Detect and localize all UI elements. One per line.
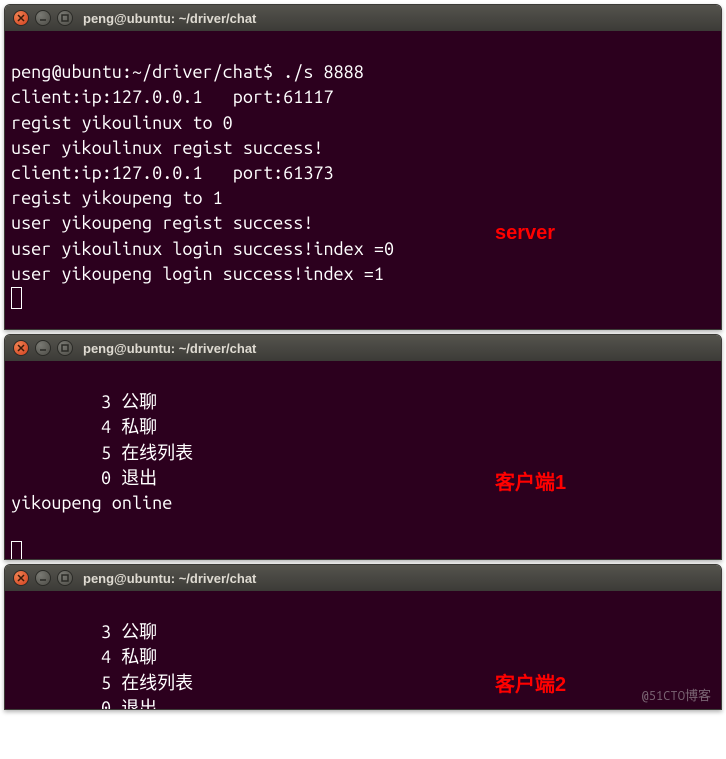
prompt: peng@ubuntu:~/driver/chat$ [11, 62, 283, 82]
command: ./s 8888 [283, 62, 364, 82]
annotation-label: 客户端2 [495, 671, 566, 699]
maximize-icon[interactable] [57, 340, 73, 356]
minimize-icon[interactable] [35, 340, 51, 356]
output-line: user yikoupeng regist success! [11, 213, 313, 233]
maximize-icon[interactable] [57, 570, 73, 586]
output-line: client:ip:127.0.0.1 port:61117 [11, 87, 334, 107]
minimize-icon[interactable] [35, 10, 51, 26]
annotation-label: 客户端1 [495, 469, 566, 497]
output-line: yikoupeng online [11, 493, 172, 513]
menu-item: 0 退出 [11, 468, 157, 488]
annotation-label: server [495, 219, 555, 247]
menu-item: 5 在线列表 [11, 443, 193, 463]
terminal-window-server: peng@ubuntu: ~/driver/chat peng@ubuntu:~… [4, 4, 722, 330]
titlebar[interactable]: peng@ubuntu: ~/driver/chat [5, 5, 721, 31]
menu-item: 5 在线列表 [11, 673, 193, 693]
output-line: user yikoulinux login success!index =0 [11, 239, 394, 259]
terminal-body[interactable]: peng@ubuntu:~/driver/chat$ ./s 8888 clie… [5, 31, 721, 329]
menu-item: 4 私聊 [11, 417, 157, 437]
window-title: peng@ubuntu: ~/driver/chat [83, 11, 256, 26]
titlebar[interactable]: peng@ubuntu: ~/driver/chat [5, 335, 721, 361]
terminal-window-client2: peng@ubuntu: ~/driver/chat 3 公聊 4 私聊 5 在… [4, 564, 722, 710]
menu-item: 3 公聊 [11, 622, 157, 642]
window-title: peng@ubuntu: ~/driver/chat [83, 341, 256, 356]
cursor-icon [11, 541, 22, 560]
terminal-body[interactable]: 3 公聊 4 私聊 5 在线列表 0 退出 客户端2 @51CTO博客 [5, 591, 721, 709]
titlebar[interactable]: peng@ubuntu: ~/driver/chat [5, 565, 721, 591]
terminal-body[interactable]: 3 公聊 4 私聊 5 在线列表 0 退出 yikoupeng online 客… [5, 361, 721, 559]
close-icon[interactable] [13, 10, 29, 26]
menu-item: 4 私聊 [11, 647, 157, 667]
output-line: user yikoupeng login success!index =1 [11, 264, 384, 284]
output-line: regist yikoupeng to 1 [11, 188, 223, 208]
output-line: regist yikoulinux to 0 [11, 113, 233, 133]
close-icon[interactable] [13, 570, 29, 586]
output-line: client:ip:127.0.0.1 port:61373 [11, 163, 334, 183]
menu-item: 3 公聊 [11, 392, 157, 412]
close-icon[interactable] [13, 340, 29, 356]
minimize-icon[interactable] [35, 570, 51, 586]
output-line: user yikoulinux regist success! [11, 138, 323, 158]
terminal-window-client1: peng@ubuntu: ~/driver/chat 3 公聊 4 私聊 5 在… [4, 334, 722, 560]
maximize-icon[interactable] [57, 10, 73, 26]
menu-item: 0 退出 [11, 698, 157, 710]
window-title: peng@ubuntu: ~/driver/chat [83, 571, 256, 586]
cursor-icon [11, 287, 22, 309]
watermark: @51CTO博客 [641, 687, 711, 705]
